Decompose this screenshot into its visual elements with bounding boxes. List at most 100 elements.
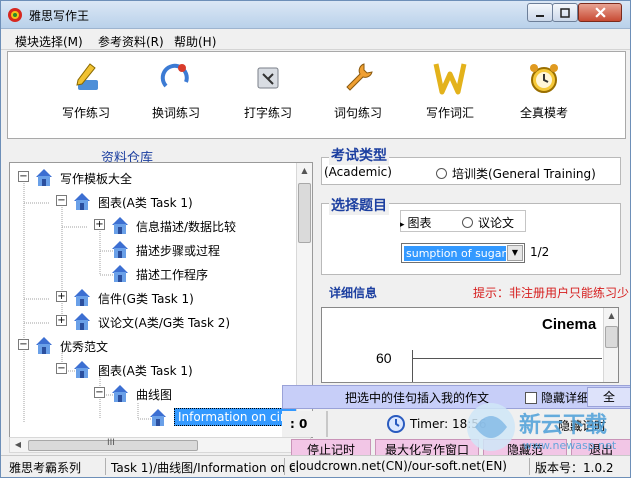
status-path: Task 1)/曲线图/Information on ci bbox=[111, 461, 300, 475]
wrench-icon bbox=[346, 63, 373, 91]
radio-essay[interactable]: 议论文 bbox=[462, 214, 514, 231]
collapse-icon[interactable]: − bbox=[56, 195, 67, 206]
expand-icon[interactable]: + bbox=[56, 291, 67, 302]
radio-general-training[interactable]: 培训类(General Training) bbox=[436, 165, 596, 182]
house-icon bbox=[150, 409, 166, 426]
scroll-up-icon[interactable]: ▲ bbox=[297, 163, 312, 179]
tree-node-label: 描述工作程序 bbox=[136, 268, 209, 282]
topic-page-indicator: 1/2 bbox=[530, 245, 550, 259]
minimize-icon bbox=[536, 15, 544, 17]
scroll-grip: III bbox=[107, 438, 115, 448]
status-separator bbox=[284, 458, 285, 475]
tool-writing-vocab[interactable]: 写作词汇 bbox=[410, 58, 490, 134]
collapse-icon[interactable]: − bbox=[18, 171, 29, 182]
tool-label: 写作词汇 bbox=[425, 106, 474, 120]
topic-select-value: sumption of sugars bbox=[404, 246, 506, 261]
detail-preview: Cinema 60 ▲ bbox=[321, 307, 619, 383]
house-icon bbox=[74, 361, 90, 378]
tree-node-label: 描述步骤或过程 bbox=[136, 244, 221, 258]
preview-chart-title: Cinema bbox=[542, 316, 597, 333]
tool-mock-exam[interactable]: 全真模考 bbox=[504, 58, 584, 134]
minimize-button[interactable] bbox=[527, 3, 553, 22]
radio-chart[interactable]: ▸ 图表 bbox=[400, 214, 432, 231]
close-button[interactable] bbox=[578, 3, 622, 22]
radio-academic[interactable]: (Academic) bbox=[324, 165, 392, 179]
timer-clock-icon bbox=[387, 415, 405, 433]
main-window: 雅思写作王 模块选择(M) 参考资料(R) 帮助(H) 写作练习 换词练习 打字… bbox=[0, 0, 631, 478]
preview-axis bbox=[412, 350, 413, 382]
expand-icon[interactable]: + bbox=[94, 219, 105, 230]
house-icon bbox=[112, 241, 128, 258]
tree-node-label: 图表(A类 Task 1) bbox=[98, 196, 193, 210]
tree-node-label: 优秀范文 bbox=[60, 340, 109, 354]
watermark-url: www.newasp.net bbox=[523, 439, 617, 452]
alarm-clock-icon bbox=[530, 64, 558, 93]
scroll-thumb[interactable] bbox=[605, 326, 618, 348]
detail-label: 详细信息 bbox=[329, 286, 378, 300]
tree-horizontal-scrollbar[interactable]: ◀ III ▶ bbox=[9, 437, 311, 453]
radio-dot bbox=[436, 168, 447, 179]
resource-tree[interactable]: − 写作模板大全 − 图表(A类 Task 1) + 信息描述/数据比较 描述步… bbox=[9, 162, 313, 438]
radio-essay-label: 议论文 bbox=[478, 216, 515, 230]
tree-node-label: 曲线图 bbox=[136, 388, 173, 402]
tool-label: 换词练习 bbox=[151, 106, 200, 120]
timer-left-value: : 0 bbox=[290, 417, 308, 431]
collapse-icon[interactable]: − bbox=[56, 363, 67, 374]
watermark: 新云下载 www.newasp.net bbox=[461, 387, 630, 467]
collapse-icon[interactable]: − bbox=[94, 387, 105, 398]
status-separator bbox=[105, 458, 106, 475]
keyboard-icon bbox=[257, 67, 279, 89]
collapse-icon[interactable]: − bbox=[18, 339, 29, 350]
close-icon bbox=[594, 7, 606, 18]
tree-node-label: 信件(G类 Task 1) bbox=[98, 292, 194, 306]
tool-label: 全真模考 bbox=[519, 106, 568, 120]
menu-help[interactable]: 帮助(H) bbox=[174, 33, 216, 50]
house-icon bbox=[112, 265, 128, 282]
pencil-icon bbox=[76, 63, 98, 90]
maximize-button[interactable] bbox=[552, 3, 578, 22]
tool-label: 写作练习 bbox=[61, 106, 110, 120]
tool-label: 词句练习 bbox=[333, 106, 382, 120]
swap-icon bbox=[160, 63, 189, 88]
tree-node-label: Information on cine bbox=[174, 408, 299, 426]
scroll-up-icon[interactable]: ▲ bbox=[604, 308, 618, 324]
house-icon bbox=[74, 289, 90, 306]
tool-writing-practice[interactable]: 写作练习 bbox=[46, 58, 126, 134]
house-icon bbox=[36, 337, 52, 354]
w-letter-icon bbox=[433, 63, 467, 95]
radio-dot bbox=[462, 217, 473, 228]
registration-hint: 提示：非注册用户只能练习少 bbox=[473, 286, 630, 300]
house-icon bbox=[74, 193, 90, 210]
app-icon bbox=[8, 8, 22, 22]
house-icon bbox=[112, 385, 128, 402]
scroll-thumb[interactable]: III bbox=[28, 438, 198, 451]
radio-academic-label: (Academic) bbox=[324, 165, 392, 179]
radio-chart-label: 图表 bbox=[407, 216, 432, 230]
tree-node-label: 图表(A类 Task 1) bbox=[98, 364, 193, 378]
tool-phrase-practice[interactable]: 词句练习 bbox=[318, 58, 398, 134]
menu-bar: 模块选择(M) 参考资料(R) 帮助(H) bbox=[1, 30, 630, 50]
preview-gridline bbox=[412, 358, 602, 359]
title-bar: 雅思写作王 bbox=[1, 1, 630, 29]
tool-typing-practice[interactable]: 打字练习 bbox=[228, 58, 308, 134]
radio-dot: ▸ bbox=[400, 220, 405, 230]
watermark-text: 新云下载 bbox=[519, 413, 608, 438]
menu-reference[interactable]: 参考资料(R) bbox=[98, 33, 164, 50]
tree-node-label: 信息描述/数据比较 bbox=[136, 220, 237, 234]
expand-icon[interactable]: + bbox=[56, 315, 67, 326]
house-icon bbox=[74, 313, 90, 330]
scroll-thumb[interactable] bbox=[298, 183, 311, 243]
scroll-left-icon[interactable]: ◀ bbox=[10, 438, 26, 452]
window-title: 雅思写作王 bbox=[29, 9, 90, 23]
radio-general-label: 培训类(General Training) bbox=[452, 167, 596, 181]
chevron-down-icon[interactable]: ▼ bbox=[507, 245, 523, 261]
menu-module-select[interactable]: 模块选择(M) bbox=[15, 33, 83, 50]
house-icon bbox=[36, 169, 52, 186]
topic-select[interactable]: sumption of sugars ▼ bbox=[401, 243, 525, 263]
tree-node-label: 写作模板大全 bbox=[60, 172, 133, 186]
toolbar: 写作练习 换词练习 打字练习 词句练习 写作词汇 全真模考 bbox=[7, 51, 626, 139]
detail-scrollbar[interactable]: ▲ bbox=[603, 308, 618, 382]
timer-divider bbox=[326, 411, 328, 437]
tool-word-swap[interactable]: 换词练习 bbox=[136, 58, 216, 134]
preview-chart-tick: 60 bbox=[376, 350, 392, 366]
